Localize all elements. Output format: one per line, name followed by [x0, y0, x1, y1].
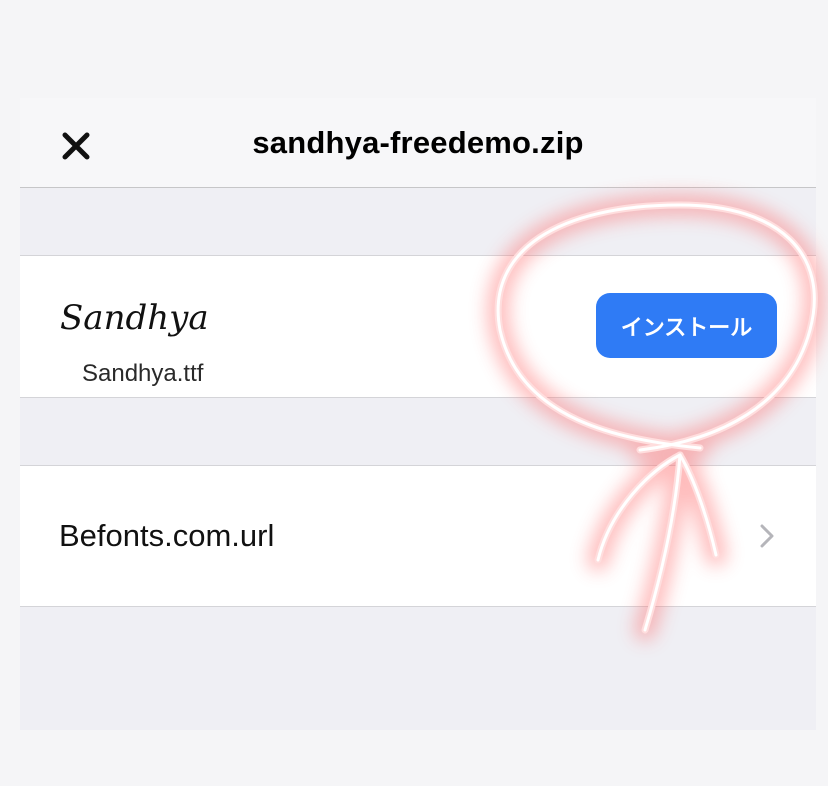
font-preview-text: Sandhya — [60, 298, 209, 338]
navigation-bar: sandhya-freedemo.zip — [20, 98, 816, 188]
chevron-right-icon — [757, 521, 777, 551]
install-button[interactable]: インストール — [596, 293, 777, 358]
font-file-name: Sandhya.ttf — [82, 360, 204, 387]
url-file-label: Befonts.com.url — [59, 518, 275, 553]
page-title: sandhya-freedemo.zip — [252, 125, 584, 160]
zip-preview-sheet: sandhya-freedemo.zip Sandhya Sandhya.ttf… — [20, 98, 816, 730]
url-list-item[interactable]: Befonts.com.url — [20, 465, 816, 607]
font-list-item: Sandhya Sandhya.ttf インストール — [20, 255, 816, 398]
